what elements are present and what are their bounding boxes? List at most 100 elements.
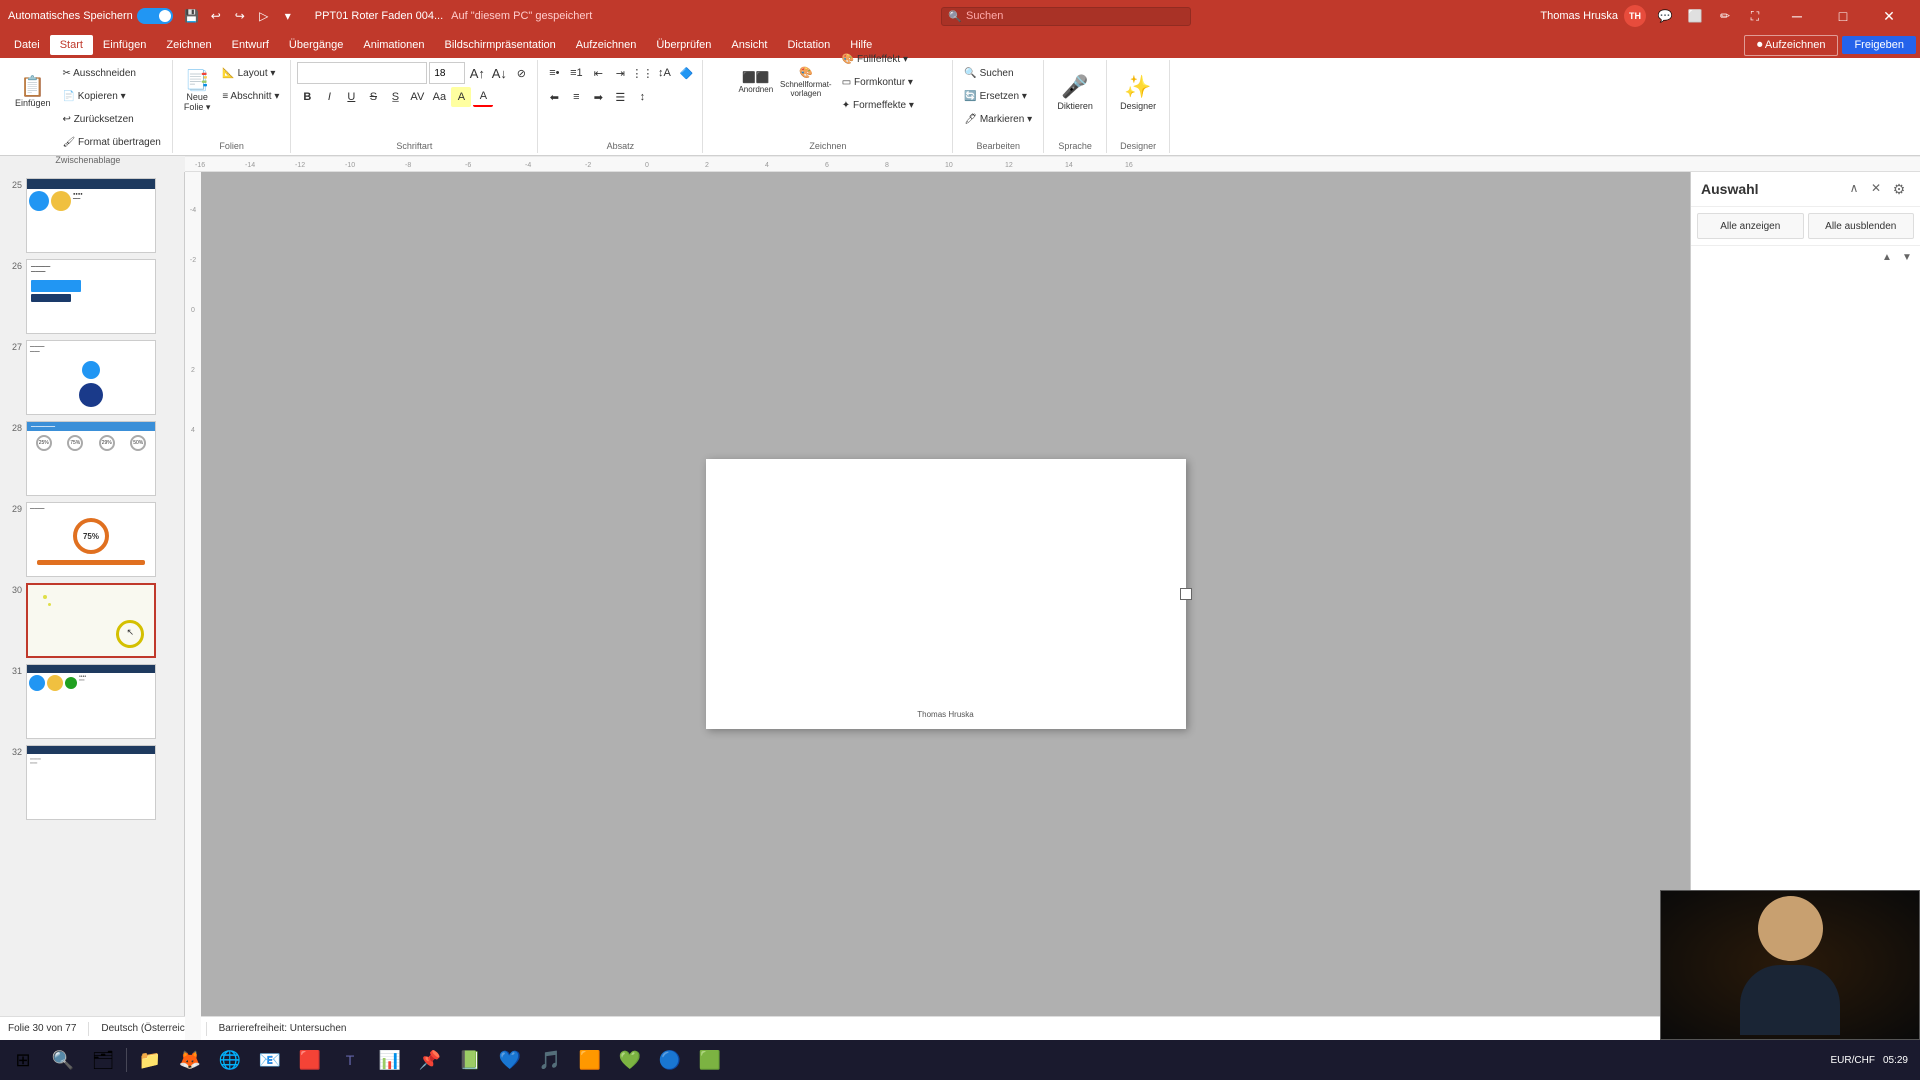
cut-button[interactable]: ✂ Ausschneiden — [58, 62, 166, 84]
slide-thumb-26[interactable]: ━━━━━━━━━━━━━━ — [26, 259, 156, 334]
slide-item-28[interactable]: 28 ✦ ━━━━━━━━━━ 25% 75% 29% 50% — [4, 419, 180, 498]
menu-ansicht[interactable]: Ansicht — [721, 35, 777, 55]
slide-item-32[interactable]: 32 ━━━━━━━━━━ — [4, 743, 180, 822]
increase-font-button[interactable]: A↑ — [467, 63, 487, 83]
select-button[interactable]: 🖊 Markieren ▾ — [959, 108, 1037, 130]
replace-button[interactable]: 🔄 Ersetzen ▾ — [959, 85, 1037, 107]
chat-icon[interactable]: 💬 — [1654, 5, 1676, 27]
font-name-input[interactable] — [297, 62, 427, 84]
decrease-font-button[interactable]: A↓ — [489, 63, 509, 83]
pen-icon[interactable]: ✏ — [1714, 5, 1736, 27]
taskbar-explorer[interactable]: 📁 — [131, 1043, 169, 1077]
slide-item-26[interactable]: 26 ━━━━━━━━━━━━━━ — [4, 257, 180, 336]
taskbar-teams[interactable]: T — [331, 1043, 369, 1077]
slide-item-25[interactable]: 25 ●●●●━━━ — [4, 176, 180, 255]
find-button[interactable]: 🔍 Suchen — [959, 62, 1037, 84]
clear-format-button[interactable]: ⊘ — [511, 63, 531, 83]
panel-close-button[interactable]: ✕ — [1866, 178, 1886, 198]
menu-bildschirm[interactable]: Bildschirmpräsentation — [435, 35, 566, 55]
start-button[interactable]: ⊞ — [4, 1043, 42, 1077]
smartart-button[interactable]: 🔷 — [676, 63, 696, 83]
share-button[interactable]: Freigeben — [1842, 36, 1916, 54]
copy-button[interactable]: 📄 Kopieren ▾ — [58, 85, 166, 107]
underline-button[interactable]: U — [341, 87, 361, 107]
strikethrough-button[interactable]: S — [363, 87, 383, 107]
slide-thumb-30[interactable]: ↖ — [26, 583, 156, 658]
maximize-button[interactable]: □ — [1820, 0, 1866, 32]
effect-button[interactable]: ✦ Formeffekte ▾ — [837, 94, 919, 116]
taskbar-app6[interactable]: 🟧 — [571, 1043, 609, 1077]
indent-increase-button[interactable]: ⇥ — [610, 63, 630, 83]
taskbar-onenote[interactable]: 📗 — [451, 1043, 489, 1077]
menu-einfuegen[interactable]: Einfügen — [93, 35, 156, 55]
slide-thumb-27[interactable]: ━━━━━━━━━━ — [26, 340, 156, 415]
char-spacing-button[interactable]: AV — [407, 87, 427, 107]
menu-dictation[interactable]: Dictation — [777, 35, 840, 55]
close-button[interactable]: ✕ — [1866, 0, 1912, 32]
line-spacing-button[interactable]: ↕ — [632, 87, 652, 107]
italic-button[interactable]: I — [319, 87, 339, 107]
fullscreen-icon[interactable]: ⛶ — [1744, 5, 1766, 27]
shadow-button[interactable]: S̲ — [385, 87, 405, 107]
more-tools-icon[interactable]: ▾ — [277, 5, 299, 27]
slide-item-29[interactable]: 29 ✦ ━━━━━━ 75% — [4, 500, 180, 579]
redo-icon[interactable]: ↪ — [229, 5, 251, 27]
menu-animationen[interactable]: Animationen — [353, 35, 434, 55]
taskbar-outlook[interactable]: 📧 — [251, 1043, 289, 1077]
slide-item-27[interactable]: 27 ✦ ━━━━━━━━━━ — [4, 338, 180, 417]
reset-button[interactable]: ↩ Zurücksetzen — [58, 108, 166, 130]
task-view-button[interactable]: 🗂 — [84, 1043, 122, 1077]
taskbar-app7[interactable]: 💚 — [611, 1043, 649, 1077]
taskbar-app4[interactable]: 💙 — [491, 1043, 529, 1077]
align-left-button[interactable]: ⬅ — [544, 87, 564, 107]
slide-item-31[interactable]: 31 ●●●●━━━ — [4, 662, 180, 741]
slide-thumb-25[interactable]: ●●●●━━━ — [26, 178, 156, 253]
list-number-button[interactable]: ≡1 — [566, 63, 586, 83]
menu-start[interactable]: Start — [50, 35, 93, 55]
highlight-button[interactable]: A — [451, 87, 471, 107]
align-justify-button[interactable]: ☰ — [610, 87, 630, 107]
new-slide-button[interactable]: 📑 NeueFolie ▾ — [179, 62, 216, 122]
menu-datei[interactable]: Datei — [4, 35, 50, 55]
show-all-button[interactable]: Alle anzeigen — [1697, 213, 1804, 239]
taskbar-app8[interactable]: 🔵 — [651, 1043, 689, 1077]
arrange-button[interactable]: ⬛⬛ Anordnen — [737, 68, 775, 97]
align-center-button[interactable]: ≡ — [566, 87, 586, 107]
panel-down-arrow[interactable]: ▼ — [1898, 248, 1916, 266]
present-mode-icon[interactable]: ⬜ — [1684, 5, 1706, 27]
slide-resize-handle[interactable] — [1180, 588, 1192, 600]
slide-thumb-32[interactable]: ━━━━━━━━━━ — [26, 745, 156, 820]
menu-entwurf[interactable]: Entwurf — [222, 35, 279, 55]
taskbar-firefox[interactable]: 🦊 — [171, 1043, 209, 1077]
slide-thumb-31[interactable]: ●●●●━━━ — [26, 664, 156, 739]
slide-item-30[interactable]: 30 ↖ — [4, 581, 180, 660]
record-button[interactable]: ⏺ Aufzeichnen — [1744, 35, 1839, 56]
taskbar-search[interactable]: 🔍 — [44, 1043, 82, 1077]
taskbar-powerpoint[interactable]: 🟥 — [291, 1043, 329, 1077]
panel-collapse-button[interactable]: ∧ — [1844, 178, 1864, 198]
undo-icon[interactable]: ↩ — [205, 5, 227, 27]
taskbar-excel[interactable]: 🟩 — [691, 1043, 729, 1077]
list-bullet-button[interactable]: ≡• — [544, 63, 564, 83]
layout-button[interactable]: 📐 Layout ▾ — [217, 62, 284, 84]
designer-button[interactable]: ✨ Designer — [1113, 62, 1163, 122]
menu-aufzeichnen[interactable]: Aufzeichnen — [566, 35, 647, 55]
text-direction-button[interactable]: ↕A — [654, 63, 674, 83]
menu-zeichnen[interactable]: Zeichnen — [156, 35, 221, 55]
save-icon[interactable]: 💾 — [181, 5, 203, 27]
quick-styles-button[interactable]: 🎨 Schnellformat-vorlagen — [776, 63, 836, 101]
panel-settings-icon[interactable]: ⚙ — [1888, 178, 1910, 200]
slide-thumb-29[interactable]: ━━━━━━ 75% — [26, 502, 156, 577]
slide-thumb-28[interactable]: ━━━━━━━━━━ 25% 75% 29% 50% — [26, 421, 156, 496]
border-button[interactable]: ▭ Formkontur ▾ — [837, 71, 919, 93]
search-box[interactable]: 🔍 — [941, 7, 1191, 26]
section-button[interactable]: ≡ Abschnitt ▾ — [217, 85, 284, 107]
font-case-button[interactable]: Aa — [429, 87, 449, 107]
columns-button[interactable]: ⋮⋮ — [632, 63, 652, 83]
taskbar-app5[interactable]: 🎵 — [531, 1043, 569, 1077]
fill-button[interactable]: 🎨 Füllfeffekt ▾ — [837, 48, 919, 70]
dictate-button[interactable]: 🎤 Diktieren — [1050, 62, 1100, 122]
autosave-toggle[interactable] — [137, 8, 173, 24]
bold-button[interactable]: B — [297, 87, 317, 107]
format-paint-button[interactable]: 🖌 Format übertragen — [58, 131, 166, 153]
